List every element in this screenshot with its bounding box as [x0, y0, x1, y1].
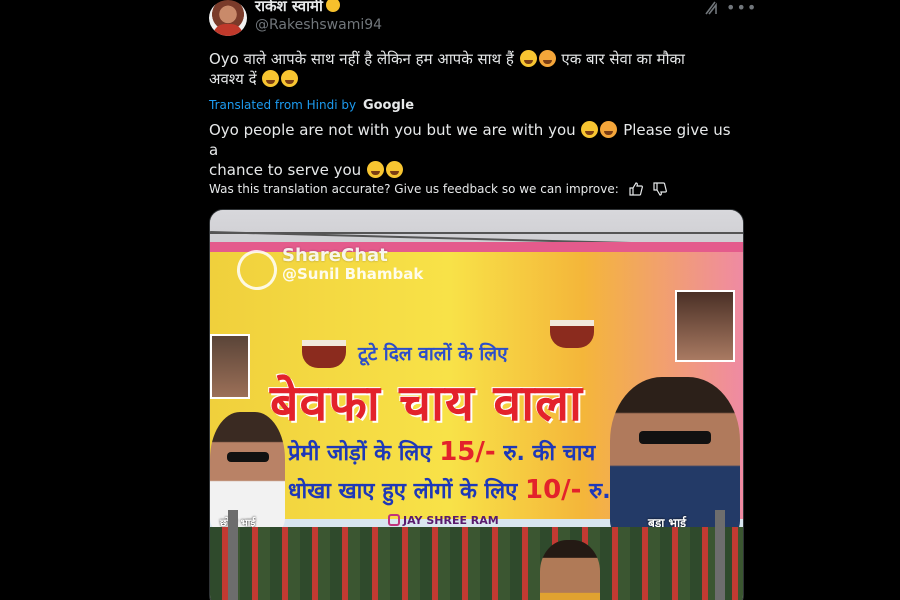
blowing-kiss-emoji-icon [538, 50, 556, 67]
thumbs-down-icon[interactable] [653, 182, 667, 196]
banner-tagline: टूटे दिल वालों के लिए [358, 343, 508, 365]
instagram-handle: JAY SHREE RAM [403, 514, 499, 527]
sunglasses-icon-2 [638, 431, 712, 445]
thumbs-up-icon[interactable] [629, 182, 643, 196]
more-icon[interactable]: ••• [726, 0, 757, 17]
grok-icon[interactable] [703, 0, 719, 16]
squinting-tongue-emoji-icon [262, 70, 280, 87]
original-text-part-3: अवश्य दें [209, 70, 257, 88]
blowing-kiss-emoji-icon-translated [600, 121, 618, 138]
tea-cup-right-icon [550, 320, 594, 348]
instagram-icon [388, 514, 400, 526]
sunglasses-icon [226, 452, 269, 462]
avatar[interactable] [209, 0, 247, 36]
tea-stall-banner: टूटे दिल वालों के लिए बेवफा चाय वाला प्र… [210, 242, 743, 537]
watermark-user: @Sunil Bhambak [282, 265, 424, 283]
author-display-name[interactable]: राकेश स्वामी [255, 0, 340, 16]
translated-text-part-3: chance to serve you [209, 161, 362, 179]
avatar-shirt [213, 24, 243, 36]
translated-from-row[interactable]: Translated from Hindi by Google [209, 98, 414, 113]
translated-from-label: Translated from Hindi by [209, 98, 357, 112]
original-text-part-2: एक बार सेवा का मौका [561, 50, 685, 68]
zany-face-emoji-icon [519, 50, 537, 67]
smile-emoji-icon [325, 0, 340, 12]
feedback-prompt: Was this translation accurate? Give us f… [209, 182, 619, 196]
price-line-2-price: 10/- [524, 475, 582, 505]
stall-pole-left [228, 510, 238, 600]
tea-stall-shelves [210, 527, 743, 600]
zany-face-emoji-icon-translated [581, 121, 599, 138]
price-line-1-price: 15/- [439, 437, 496, 467]
tweet-translated-text: Oyo people are not with you but we are w… [209, 120, 739, 180]
author-handle[interactable]: @Rakeshswami94 [255, 17, 382, 33]
banner-headline: बेवफा चाय वाला [270, 374, 583, 432]
google-logo: Google [362, 98, 415, 113]
watermark-brand: ShareChat [282, 245, 388, 266]
banner-price-line-1: प्रेमी जोड़ों के लिए 15/- रु. की चाय [288, 437, 595, 467]
price-line-2-label: धोखा खाए हुए लोगों के लिए [288, 479, 518, 504]
squinting-tongue-emoji-icon-2 [281, 70, 299, 87]
price-line-1-suffix: रु. की चाय [503, 441, 596, 466]
stall-vendor [540, 540, 600, 600]
banner-instagram: JAY SHREE RAM [388, 514, 499, 527]
tweet-media-image[interactable]: टूटे दिल वालों के लिए बेवफा चाय वाला प्र… [209, 209, 744, 600]
price-line-1-label: प्रेमी जोड़ों के लिए [288, 441, 432, 466]
translation-feedback-row: Was this translation accurate? Give us f… [209, 182, 667, 196]
stall-pole-right [715, 510, 725, 600]
squinting-tongue-emoji-icon-translated-2 [385, 161, 403, 178]
tweet-original-text: Oyo वाले आपके साथ नहीं है लेकिन हम आपके … [209, 49, 739, 89]
tea-cup-left-icon [302, 340, 346, 368]
squinting-tongue-emoji-icon-translated [366, 161, 384, 178]
banner-portrait-photo [675, 290, 735, 362]
banner-person-left [210, 412, 285, 530]
author-name-text: राकेश स्वामी [255, 0, 323, 15]
translated-text-part-1: Oyo people are not with you but we are w… [209, 121, 576, 139]
tweet-post: राकेश स्वामी @Rakeshswami94 ••• Oyo वाले… [0, 0, 900, 600]
banner-side-photo [210, 334, 250, 399]
original-text-part-1: Oyo वाले आपके साथ नहीं है लेकिन हम आपके … [209, 50, 514, 68]
